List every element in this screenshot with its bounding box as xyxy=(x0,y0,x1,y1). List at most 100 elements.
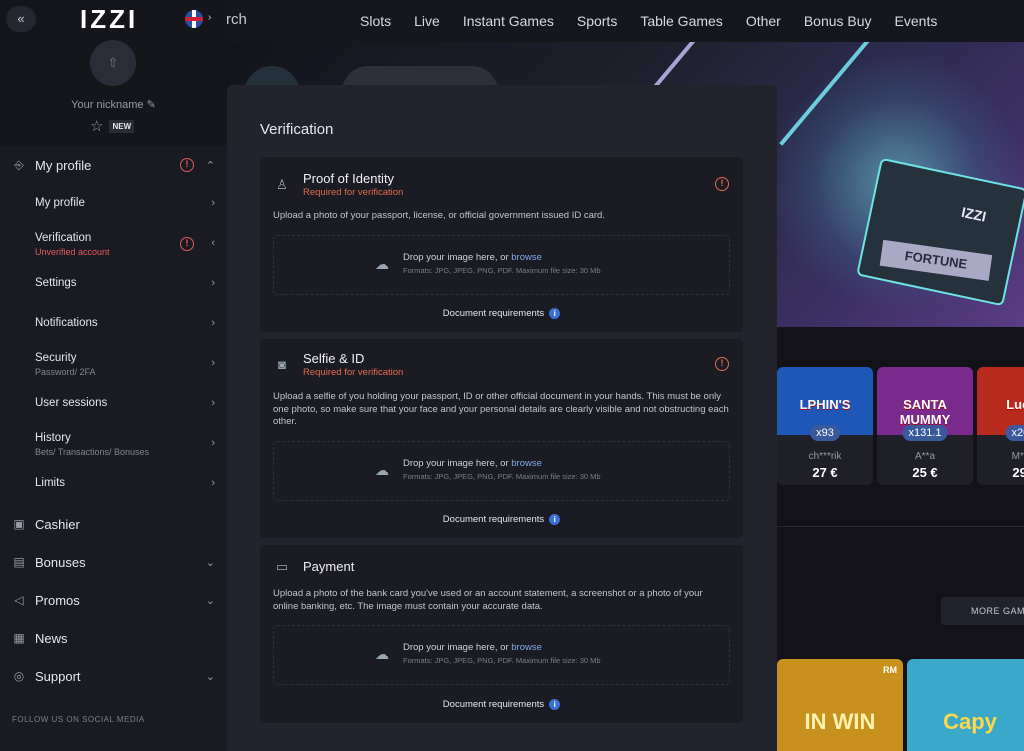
sidebar-subitem-label: Notifications xyxy=(35,317,98,329)
file-dropzone[interactable]: ☁ Drop your image here, or browse Format… xyxy=(273,441,730,501)
camera-icon: ◙ xyxy=(278,357,286,372)
sidebar-subitem-label: Security xyxy=(35,352,77,364)
dropzone-formats: Formats: JPG, JPEG, PNG, PDF. Maximum fi… xyxy=(403,656,601,665)
sidebar-item-news[interactable]: ▦ News xyxy=(0,619,227,657)
star-icon: ☆ xyxy=(90,118,104,135)
game-title: LPHIN'S xyxy=(799,397,851,412)
dropzone-text: Drop your image here, or browse xyxy=(403,642,542,653)
sidebar-subitem-label: User sessions xyxy=(35,397,108,409)
info-icon: i xyxy=(549,514,561,525)
game-player: ch***rik xyxy=(808,451,842,462)
sidebar-item-my-profile[interactable]: ⎆ My profile ! ⌃ xyxy=(0,145,227,185)
game-amount: 29 € xyxy=(1012,465,1024,480)
nav-events[interactable]: Events xyxy=(895,13,938,29)
sidebar-item-label: Support xyxy=(35,668,81,684)
level-badge: ☆ NEW xyxy=(90,117,135,135)
upload-icon: ⇧ xyxy=(107,55,119,70)
card-title: Proof of Identity xyxy=(303,171,395,186)
sidebar-item-label: Promos xyxy=(35,592,80,608)
nav-table-games[interactable]: Table Games xyxy=(640,13,722,29)
sidebar-item-label: Cashier xyxy=(35,516,80,532)
document-requirements-label: Document requirements xyxy=(442,699,545,710)
sidebar-subitem-my-profile[interactable]: My profile › xyxy=(0,185,227,225)
file-dropzone[interactable]: ☁ Drop your image here, or browse Format… xyxy=(273,625,730,685)
document-requirements-link[interactable]: Document requirements i xyxy=(260,308,743,319)
sidebar-subitem-user-sessions[interactable]: User sessions › xyxy=(0,385,227,425)
sidebar-subitem-history[interactable]: History Bets/ Transactions/ Bonuses › xyxy=(0,425,227,465)
document-requirements-link[interactable]: Document requirements i xyxy=(260,514,743,525)
level-badge-label: NEW xyxy=(109,119,135,133)
required-label: Required for verification xyxy=(303,367,404,378)
game-amount: 25 € xyxy=(912,465,938,480)
sidebar-item-promos[interactable]: ◁ Promos ⌄ xyxy=(0,581,227,619)
login-icon: ⎆ xyxy=(14,157,24,172)
wallet-icon: ▣ xyxy=(13,517,25,531)
more-games-button[interactable]: MORE GAM xyxy=(941,597,1024,625)
sidebar-subitem-label: Settings xyxy=(35,277,77,289)
sidebar-subitem-notifications[interactable]: Notifications › xyxy=(0,305,227,345)
chevron-down-icon: ⌄ xyxy=(205,670,215,683)
game-tile[interactable]: RM IN WIN xyxy=(777,659,903,751)
dropzone-text: Drop your image here, or browse xyxy=(403,458,542,469)
game-tile[interactable]: LPHIN'S x93 ch***rik 27 € xyxy=(777,367,873,485)
cloud-upload-icon: ☁ xyxy=(375,256,389,272)
game-amount: 27 € xyxy=(812,465,838,480)
browse-link[interactable]: browse xyxy=(511,458,542,469)
browse-link[interactable]: browse xyxy=(511,252,542,263)
sidebar-subitem-verification[interactable]: Verification Unverified account ! ‹ xyxy=(0,225,227,265)
game-player: M**ay xyxy=(1011,451,1024,462)
card-description: Upload a photo of your passport, license… xyxy=(273,210,605,221)
chevron-left-icon: ‹ xyxy=(211,237,215,249)
sidebar-subitem-limits[interactable]: Limits › xyxy=(0,465,227,505)
document-requirements-label: Document requirements xyxy=(442,308,545,319)
nickname-field[interactable]: Your nickname ✎ xyxy=(0,98,227,111)
alert-icon: ! xyxy=(715,177,729,191)
game-title: IN WIN xyxy=(804,709,876,734)
info-icon: i xyxy=(549,308,561,319)
sidebar-item-label: My profile xyxy=(35,157,92,173)
document-requirements-link[interactable]: Document requirements i xyxy=(260,699,743,710)
chevron-right-icon[interactable]: › xyxy=(208,12,211,23)
sidebar-item-support[interactable]: ◎ Support ⌄ xyxy=(0,657,227,695)
sidebar-subitem-settings[interactable]: Settings › xyxy=(0,265,227,305)
sidebar-subitem-security[interactable]: Security Password/ 2FA › xyxy=(0,345,227,385)
chevron-right-icon: › xyxy=(211,197,215,209)
nav-bonus-buy[interactable]: Bonus Buy xyxy=(804,13,872,29)
sidebar-subitem-label: My profile xyxy=(35,197,85,209)
pencil-icon[interactable]: ✎ xyxy=(147,99,156,111)
game-grid: RM IN WIN Capy xyxy=(777,659,1024,751)
verification-status: Unverified account xyxy=(35,247,110,257)
cloud-upload-icon: ☁ xyxy=(375,462,389,478)
sidebar-item-cashier[interactable]: ▣ Cashier xyxy=(0,505,227,543)
hero-card-label: FORTUNE xyxy=(879,239,993,281)
logo[interactable]: IZZI xyxy=(80,4,138,35)
nav-live[interactable]: Live xyxy=(414,13,440,29)
game-title: SANTA MUMMY xyxy=(899,397,951,427)
file-dropzone[interactable]: ☁ Drop your image here, or browse Format… xyxy=(273,235,730,295)
identity-card: ♙ Proof of Identity Required for verific… xyxy=(260,157,743,332)
sidebar-item-bonuses[interactable]: ▤ Bonuses ⌄ xyxy=(0,543,227,581)
browse-link[interactable]: browse xyxy=(511,642,542,653)
sidebar-item-label: News xyxy=(35,630,68,646)
nav-slots[interactable]: Slots xyxy=(360,13,391,29)
uk-flag-icon[interactable] xyxy=(185,10,203,28)
required-label: Required for verification xyxy=(303,187,404,198)
sidebar-menu: ⎆ My profile ! ⌃ My profile › Verificati… xyxy=(0,145,227,695)
nav-sports[interactable]: Sports xyxy=(577,13,617,29)
chevron-right-icon: › xyxy=(211,477,215,489)
dropzone-label: Drop your image here, or xyxy=(403,458,512,469)
dropzone-formats: Formats: JPG, JPEG, PNG, PDF. Maximum fi… xyxy=(403,266,601,275)
chevron-right-icon: › xyxy=(211,437,215,449)
verification-panel: Verification ♙ Proof of Identity Require… xyxy=(227,85,777,751)
collapse-sidebar-button[interactable]: « xyxy=(6,6,36,32)
search-input[interactable]: rch xyxy=(226,11,247,28)
game-tile[interactable]: Lucky x20.4 M**ay 29 € xyxy=(977,367,1024,485)
nav-instant-games[interactable]: Instant Games xyxy=(463,13,554,29)
nickname-label: Your nickname xyxy=(71,99,144,111)
support-icon: ◎ xyxy=(13,669,25,683)
game-tile[interactable]: Capy xyxy=(907,659,1024,751)
game-tile[interactable]: SANTA MUMMY x131.1 A**a 25 € xyxy=(877,367,973,485)
avatar-upload-button[interactable]: ⇧ xyxy=(90,40,136,86)
nav-other[interactable]: Other xyxy=(746,13,781,29)
chevron-up-icon: ⌃ xyxy=(205,159,215,172)
